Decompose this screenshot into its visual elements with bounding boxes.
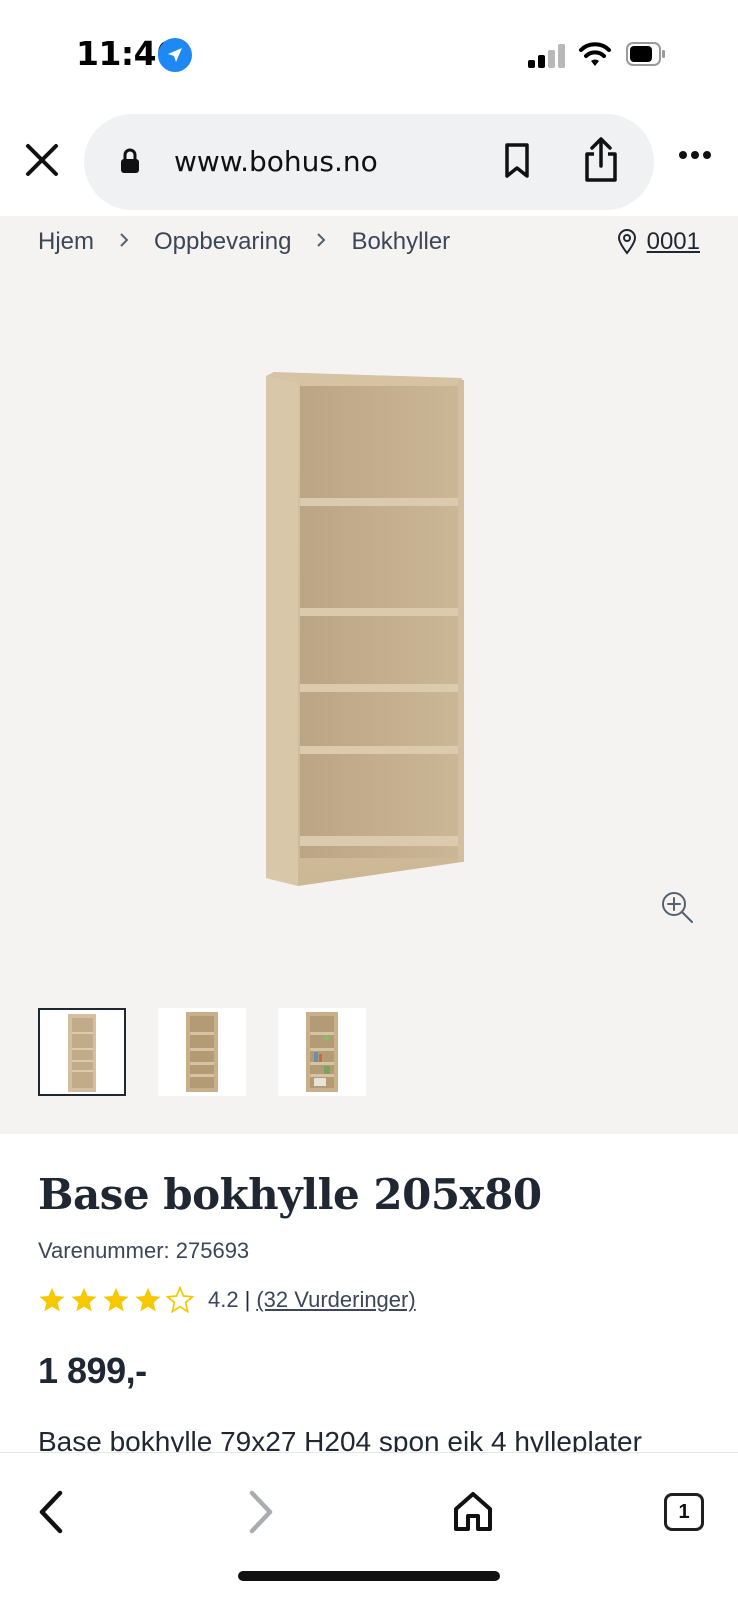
product-info: Base bokhylle 205x80 Varenummer: 275693 … <box>0 1134 738 1457</box>
product-price: 1 899,- <box>38 1350 147 1391</box>
star-empty-icon <box>166 1286 194 1314</box>
reviews-link[interactable]: (32 Vurderinger) <box>256 1287 415 1313</box>
breadcrumb-bookshelves[interactable]: Bokhyller <box>351 228 450 256</box>
close-icon[interactable] <box>22 140 62 180</box>
thumbnail-1[interactable] <box>38 1008 126 1096</box>
thumbnail-2[interactable] <box>158 1008 246 1096</box>
star-filled-icon <box>39 1287 65 1312</box>
battery-icon <box>626 42 665 66</box>
home-icon[interactable] <box>452 1489 494 1533</box>
address-bar[interactable]: www.bohus.no <box>84 114 654 210</box>
browser-bottom-toolbar: 1 <box>0 1452 738 1600</box>
forward-icon[interactable] <box>244 1489 276 1535</box>
rating-separator: | <box>244 1287 251 1312</box>
lock-icon <box>121 148 139 173</box>
breadcrumb-home[interactable]: Hjem <box>38 228 94 256</box>
location-arrow-icon <box>158 38 192 72</box>
breadcrumb-bar: Hjem Oppbevaring Bokhyller 0001 <box>0 216 738 272</box>
rating-row: 4.2 | (32 Vurderinger) <box>38 1286 416 1314</box>
thumbnail-strip <box>38 1008 398 1096</box>
wifi-icon <box>579 42 611 66</box>
more-icon[interactable] <box>678 150 712 160</box>
breadcrumb: Hjem Oppbevaring Bokhyller <box>38 228 450 256</box>
map-pin-icon <box>617 229 636 255</box>
star-filled-icon <box>135 1287 161 1312</box>
zoom-in-icon[interactable] <box>660 890 694 924</box>
product-image[interactable] <box>266 372 472 902</box>
share-icon[interactable] <box>582 136 620 184</box>
store-selector[interactable]: 0001 <box>617 228 700 256</box>
chevron-right-icon <box>315 228 327 256</box>
home-indicator <box>238 1571 500 1581</box>
store-number: 0001 <box>646 228 700 255</box>
product-sku: Varenummer: 275693 <box>38 1238 250 1263</box>
tabs-icon[interactable]: 1 <box>664 1493 704 1531</box>
back-icon[interactable] <box>36 1489 68 1535</box>
star-filled-icon <box>103 1287 129 1312</box>
bookmark-icon[interactable] <box>502 142 532 180</box>
chevron-right-icon <box>118 228 130 256</box>
breadcrumb-storage[interactable]: Oppbevaring <box>154 228 291 256</box>
status-bar: 11:46 <box>0 0 738 110</box>
browser-toolbar: www.bohus.no <box>0 110 738 216</box>
cellular-signal-icon <box>528 44 565 68</box>
rating-value: 4.2 <box>208 1287 239 1312</box>
thumbnail-3[interactable] <box>278 1008 366 1096</box>
star-rating <box>38 1286 198 1314</box>
url-text: www.bohus.no <box>174 145 378 178</box>
product-title: Base bokhylle 205x80 <box>38 1170 542 1219</box>
star-filled-icon <box>71 1287 97 1312</box>
product-gallery <box>0 272 738 1134</box>
